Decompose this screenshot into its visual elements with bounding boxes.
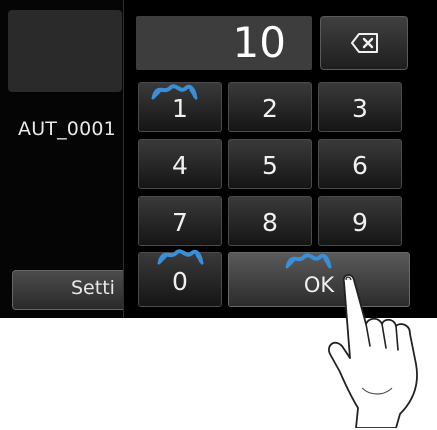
key-3[interactable]: 3 xyxy=(318,82,402,132)
tap-indicator-icon xyxy=(285,253,332,269)
number-display: 10 xyxy=(136,16,312,70)
tap-indicator-icon xyxy=(151,84,198,100)
file-name-label: AUT_0001 xyxy=(18,118,116,140)
key-5[interactable]: 5 xyxy=(228,139,312,189)
backspace-button[interactable] xyxy=(320,16,408,70)
key-2[interactable]: 2 xyxy=(228,82,312,132)
image-thumbnail xyxy=(8,10,122,92)
key-9[interactable]: 9 xyxy=(318,196,402,246)
tap-indicator-icon xyxy=(157,249,204,265)
key-4[interactable]: 4 xyxy=(138,139,222,189)
key-6[interactable]: 6 xyxy=(318,139,402,189)
key-7[interactable]: 7 xyxy=(138,196,222,246)
pointing-hand-icon xyxy=(328,274,418,428)
backspace-icon xyxy=(351,33,378,53)
key-8[interactable]: 8 xyxy=(228,196,312,246)
